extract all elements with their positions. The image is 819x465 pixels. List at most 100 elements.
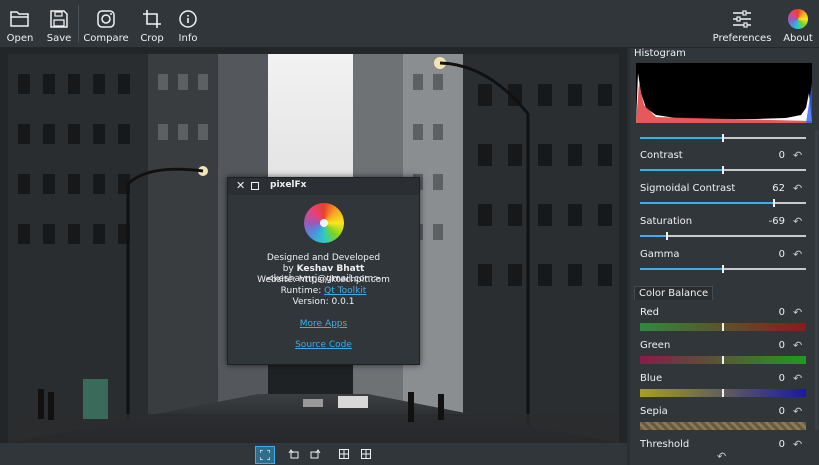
fit-icon [260, 450, 270, 460]
runtime-prefix: Runtime: [280, 286, 325, 296]
about-button[interactable]: About [782, 0, 814, 47]
slider-handle[interactable] [722, 389, 724, 397]
adjustment-value: 62 [772, 183, 785, 194]
runtime-line: Runtime: Qt Toolkit [228, 286, 419, 296]
sliders-icon [731, 8, 753, 30]
designed-line: Designed and Developed [266, 253, 381, 263]
reset-button[interactable]: ↶ [793, 306, 802, 319]
adjustment-value: -69 [768, 216, 785, 227]
histogram-title: Histogram [634, 48, 686, 59]
about-label: About [783, 33, 813, 44]
slider-handle[interactable] [722, 323, 724, 331]
dialog-title: pixelFx [270, 180, 307, 190]
toolbar-separator [78, 5, 79, 42]
grid-view-button[interactable] [335, 446, 353, 462]
reset-button[interactable]: ↶ [793, 149, 802, 162]
color-balance-label: Sepia [640, 406, 668, 417]
more-apps-link-row: More Apps [228, 319, 419, 329]
adjustment-value: 0 [778, 150, 785, 161]
color-balance-label: Green [640, 340, 671, 351]
maximize-icon[interactable] [251, 182, 259, 190]
source-code-link-row: Source Code [228, 340, 419, 350]
save-label: Save [46, 33, 72, 44]
more-apps-link[interactable]: More Apps [300, 319, 347, 329]
crop-label: Crop [140, 33, 164, 44]
fit-to-window-button[interactable] [255, 446, 275, 464]
adjustment-label: Saturation [640, 216, 693, 227]
adjustment-value: 0 [778, 249, 785, 260]
split-view-button[interactable] [357, 446, 375, 462]
slider-handle[interactable] [773, 199, 776, 207]
close-icon[interactable]: ✕ [236, 179, 245, 192]
adjustment-label: Sigmoidal Contrast [640, 183, 736, 194]
adjustment-label: Contrast [640, 150, 683, 161]
author-name: Keshav Bhatt [296, 264, 365, 274]
info-label: Info [178, 33, 198, 44]
color-balance-label: Red [640, 307, 659, 318]
view-controls-bar [0, 443, 627, 465]
reset-button[interactable]: ↶ [793, 182, 802, 195]
slider-handle[interactable] [665, 232, 668, 240]
color-gradient-slider[interactable] [640, 422, 806, 430]
main-toolbar: Open Save Compare Crop Info Preferences [0, 0, 819, 48]
undo-arrow-icon: ↶ [793, 149, 803, 162]
grid-icon [339, 449, 349, 459]
info-button[interactable]: Info [174, 0, 202, 47]
color-balance-value: 0 [778, 307, 785, 318]
reset-button[interactable]: ↶ [793, 248, 802, 261]
open-button[interactable]: Open [4, 0, 36, 47]
slider-fill [640, 268, 723, 270]
website-line: Website: https://ktechpit.com [257, 275, 390, 285]
split-grid-icon [361, 449, 371, 459]
reset-button[interactable]: ↶ [793, 372, 802, 385]
undo-arrow-icon: ↶ [793, 438, 803, 451]
qt-toolkit-link[interactable]: Qt Toolkit [324, 286, 366, 296]
crop-icon [141, 8, 163, 30]
histogram-graph [636, 63, 812, 123]
reset-button[interactable]: ↶ [793, 215, 802, 228]
reset-all-button[interactable]: ↶ [717, 450, 726, 463]
app-logo-icon [787, 8, 809, 30]
reset-button[interactable]: ↶ [793, 339, 802, 352]
undo-arrow-icon: ↶ [717, 450, 727, 463]
reset-button[interactable]: ↶ [793, 405, 802, 418]
undo-arrow-icon: ↶ [793, 405, 803, 418]
slider-handle[interactable] [722, 356, 724, 364]
slider-fill-top [640, 137, 723, 139]
adjustment-label: Gamma [640, 249, 680, 260]
source-code-link[interactable]: Source Code [295, 340, 352, 350]
undo-arrow-icon: ↶ [793, 372, 803, 385]
slider-handle-top[interactable] [722, 134, 724, 142]
color-balance-value: 0 [778, 340, 785, 351]
save-icon [48, 8, 70, 30]
version-line: Version: 0.0.1 [292, 297, 355, 307]
slider-handle[interactable] [722, 265, 724, 273]
undo-arrow-icon: ↶ [793, 215, 803, 228]
panel-scrollbar[interactable] [815, 130, 818, 430]
color-balance-title: Color Balance [634, 286, 714, 300]
save-button[interactable]: Save [44, 0, 74, 47]
compare-label: Compare [83, 33, 129, 44]
rotate-right-button[interactable] [306, 446, 324, 462]
slider-fill [640, 169, 723, 171]
compare-button[interactable]: Compare [83, 0, 129, 47]
preferences-button[interactable]: Preferences [712, 0, 772, 47]
rotate-left-button[interactable] [284, 446, 302, 462]
rotate-left-icon [288, 449, 298, 459]
crop-button[interactable]: Crop [138, 0, 166, 47]
app-logo-icon [304, 203, 344, 243]
rotate-right-icon [310, 449, 320, 459]
preferences-label: Preferences [712, 33, 772, 44]
undo-arrow-icon: ↶ [793, 248, 803, 261]
reset-button[interactable]: ↶ [793, 438, 802, 451]
color-balance-label: Blue [640, 373, 663, 384]
info-icon [177, 8, 199, 30]
dialog-titlebar: ✕ pixelFx [228, 178, 419, 195]
folder-open-icon [9, 8, 31, 30]
author-prefix: by [282, 264, 297, 274]
color-balance-value: 0 [778, 439, 785, 450]
slider-handle[interactable] [722, 166, 724, 174]
slider-fill [640, 202, 775, 204]
open-label: Open [6, 33, 34, 44]
color-balance-label: Threshold [640, 439, 690, 450]
